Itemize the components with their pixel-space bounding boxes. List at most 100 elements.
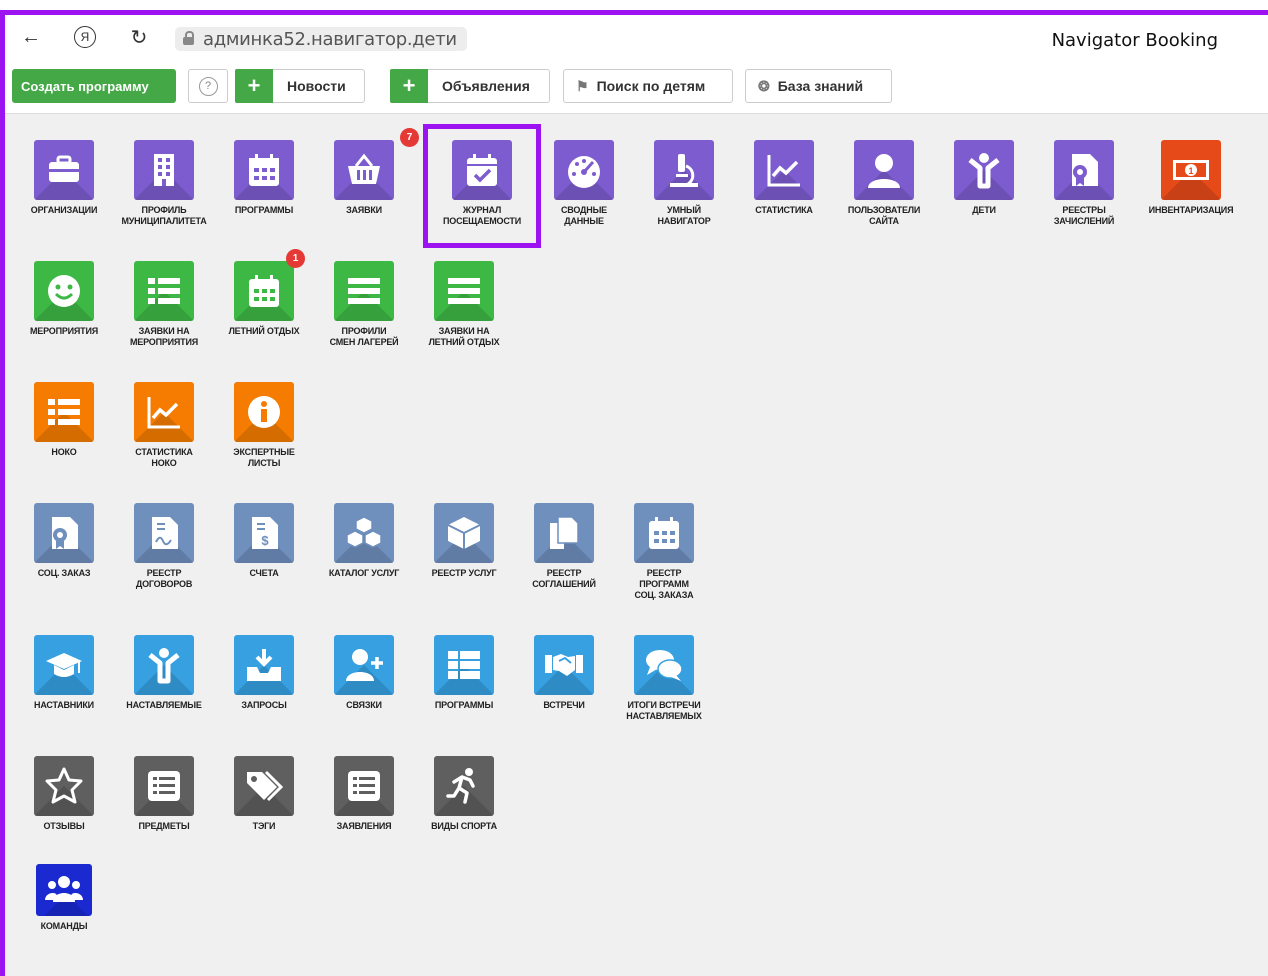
tile-applications[interactable]: ЗАЯВЛЕНИЯ bbox=[314, 756, 414, 832]
ads-button[interactable]: + Объявления bbox=[390, 69, 550, 103]
create-program-button[interactable]: Создать программу bbox=[12, 69, 176, 103]
tile-label: УМНЫЙ НАВИГАТОР bbox=[657, 205, 711, 226]
back-arrow-icon[interactable]: ← bbox=[17, 23, 45, 51]
tile-label: ВИДЫ СПОРТА bbox=[431, 821, 497, 831]
tile-tags[interactable]: ТЭГИ bbox=[214, 756, 314, 832]
lock-icon bbox=[183, 31, 194, 45]
tile-mentors[interactable]: НАСТАВНИКИ bbox=[14, 635, 114, 711]
tile-service-register[interactable]: РЕЕСТР УСЛУГ bbox=[414, 503, 514, 579]
tile-inventory[interactable]: 1 ИНВЕНТАРИЗАЦИЯ bbox=[1141, 140, 1241, 216]
knowledge-base-button[interactable]: ❂ База знаний bbox=[745, 69, 892, 103]
tile-label: ПРОФИЛИ СМЕН ЛАГЕРЕЙ bbox=[329, 326, 399, 347]
briefcase-icon bbox=[34, 140, 94, 200]
tile-mentees[interactable]: НАСТАВЛЯЕМЫЕ bbox=[114, 635, 214, 711]
tile-label: ЭКСПЕРТНЫЕ ЛИСТЫ bbox=[233, 447, 295, 468]
tile-smart-navigator[interactable]: УМНЫЙ НАВИГАТОР bbox=[634, 140, 734, 227]
address-bar[interactable]: админка52.навигатор.дети bbox=[175, 27, 467, 51]
tile-label: МЕРОПРИЯТИЯ bbox=[29, 326, 99, 336]
tile-social-order[interactable]: СОЦ. ЗАКАЗ bbox=[14, 503, 114, 579]
tile-label: ПРОФИЛЬ МУНИЦИПАЛИТЕТА bbox=[121, 205, 207, 226]
cube-icon bbox=[434, 503, 494, 563]
tile-subjects[interactable]: ПРЕДМЕТЫ bbox=[114, 756, 214, 832]
building-icon bbox=[134, 140, 194, 200]
tile-noko[interactable]: НОКО bbox=[14, 382, 114, 458]
tile-agreements-register[interactable]: РЕЕСТР СОГЛАШЕНИЙ bbox=[514, 503, 614, 590]
list-icon bbox=[34, 382, 94, 442]
tile-label: ДЕТИ bbox=[972, 205, 996, 215]
help-icon: ? bbox=[198, 76, 218, 96]
tile-site-users[interactable]: ПОЛЬЗОВАТЕЛИ САЙТА bbox=[834, 140, 934, 227]
chat-bubbles-icon bbox=[634, 635, 694, 695]
tile-mentee-meeting-results[interactable]: ИТОГИ ВСТРЕЧИ НАСТАВЛЯЕМЫХ bbox=[614, 635, 714, 722]
user-plus-icon bbox=[334, 635, 394, 695]
microscope-icon bbox=[654, 140, 714, 200]
tile-noko-statistics[interactable]: СТАТИСТИКА НОКО bbox=[114, 382, 214, 469]
smile-icon bbox=[34, 261, 94, 321]
star-icon bbox=[34, 756, 94, 816]
tile-label: ПРЕДМЕТЫ bbox=[138, 821, 190, 831]
tile-camp-shift-profiles[interactable]: ПРОФИЛИ СМЕН ЛАГЕРЕЙ bbox=[314, 261, 414, 348]
tile-label: ИНВЕНТАРИЗАЦИЯ bbox=[1148, 205, 1234, 215]
tile-label: ПОЛЬЗОВАТЕЛИ САЙТА bbox=[847, 205, 921, 226]
tile-requests[interactable]: 7 ЗАЯВКИ bbox=[314, 128, 419, 216]
tile-label: РЕЕСТР ДОГОВОРОВ bbox=[135, 568, 193, 589]
knowledge-label: База знаний bbox=[777, 78, 864, 94]
tile-social-programs-register[interactable]: РЕЕСТР ПРОГРАММ СОЦ. ЗАКАЗА bbox=[614, 503, 714, 601]
tile-summer-rest[interactable]: 1 ЛЕТНИЙ ОТДЫХ bbox=[214, 249, 314, 337]
tile-invoices[interactable]: $ СЧЕТА bbox=[214, 503, 314, 579]
tile-statistics[interactable]: СТАТИСТИКА bbox=[734, 140, 834, 216]
line-chart-icon bbox=[754, 140, 814, 200]
tile-label: ЛЕТНИЙ ОТДЫХ bbox=[228, 326, 300, 336]
yandex-icon[interactable]: Я bbox=[71, 23, 99, 51]
tile-municipality-profile[interactable]: ПРОФИЛЬ МУНИЦИПАЛИТЕТА bbox=[114, 140, 214, 227]
tile-meetings[interactable]: ВСТРЕЧИ bbox=[514, 635, 614, 711]
tile-label: ПРОГРАММЫ bbox=[434, 700, 494, 710]
tile-expert-sheets[interactable]: ЭКСПЕРТНЫЕ ЛИСТЫ bbox=[214, 382, 314, 469]
tile-label: КОМАНДЫ bbox=[40, 921, 88, 931]
tile-reviews[interactable]: ОТЗЫВЫ bbox=[14, 756, 114, 832]
tile-label: ТЭГИ bbox=[252, 821, 276, 831]
contract-icon bbox=[134, 503, 194, 563]
tile-label: СВОДНЫЕ ДАННЫЕ bbox=[561, 205, 607, 226]
tile-contracts-register[interactable]: РЕЕСТР ДОГОВОРОВ bbox=[114, 503, 214, 590]
tile-programs[interactable]: ПРОГРАММЫ bbox=[214, 140, 314, 216]
info-icon bbox=[234, 382, 294, 442]
tile-organizations[interactable]: ОРГАНИЗАЦИИ bbox=[14, 140, 114, 216]
invoice-icon: $ bbox=[234, 503, 294, 563]
tile-summary-data[interactable]: СВОДНЫЕ ДАННЫЕ bbox=[534, 140, 634, 227]
help-button[interactable]: ? bbox=[188, 69, 228, 103]
tile-label: РЕЕСТР ПРОГРАММ СОЦ. ЗАКАЗА bbox=[634, 568, 694, 600]
plus-icon: + bbox=[390, 69, 428, 103]
tile-label: ВСТРЕЧИ bbox=[543, 700, 585, 710]
tile-service-catalog[interactable]: КАТАЛОГ УСЛУГ bbox=[314, 503, 414, 579]
tile-event-requests[interactable]: ЗАЯВКИ НА МЕРОПРИЯТИЯ bbox=[114, 261, 214, 348]
tile-label: НОКО bbox=[51, 447, 77, 457]
search-kids-button[interactable]: ⚑ Поиск по детям bbox=[563, 69, 733, 103]
tile-links[interactable]: СВЯЗКИ bbox=[314, 635, 414, 711]
tile-queries[interactable]: ЗАПРОСЫ bbox=[214, 635, 314, 711]
list-icon bbox=[134, 261, 194, 321]
certificate-icon bbox=[34, 503, 94, 563]
news-button[interactable]: + Новости bbox=[235, 69, 365, 103]
tile-teams[interactable]: КОМАНДЫ bbox=[14, 864, 114, 932]
child-icon bbox=[954, 140, 1014, 200]
tile-label: НАСТАВЛЯЕМЫЕ bbox=[126, 700, 202, 710]
window-title: Navigator Booking bbox=[1051, 30, 1218, 51]
tile-enrollment-registers[interactable]: РЕЕСТРЫ ЗАЧИСЛЕНИЙ bbox=[1034, 140, 1134, 227]
tile-mentoring-programs[interactable]: ПРОГРАММЫ bbox=[414, 635, 514, 711]
tile-label: НАСТАВНИКИ bbox=[34, 700, 94, 710]
requests-count-badge: 7 bbox=[400, 128, 419, 147]
copy-icon bbox=[534, 503, 594, 563]
inbox-download-icon bbox=[234, 635, 294, 695]
tile-events[interactable]: МЕРОПРИЯТИЯ bbox=[14, 261, 114, 337]
calendar-icon bbox=[634, 503, 694, 563]
tile-label: ЗАЯВКИ НА МЕРОПРИЯТИЯ bbox=[129, 326, 199, 347]
running-icon bbox=[434, 756, 494, 816]
tile-sports[interactable]: ВИДЫ СПОРТА bbox=[414, 756, 514, 832]
tile-children[interactable]: ДЕТИ bbox=[934, 140, 1034, 216]
reload-icon[interactable]: ↻ bbox=[125, 23, 153, 51]
tile-label: ИТОГИ ВСТРЕЧИ НАСТАВЛЯЕМЫХ bbox=[626, 700, 702, 721]
certificate-icon bbox=[1054, 140, 1114, 200]
list-alt-icon bbox=[134, 756, 194, 816]
tile-summer-requests[interactable]: ЗАЯВКИ НА ЛЕТНИЙ ОТДЫХ bbox=[414, 261, 514, 348]
